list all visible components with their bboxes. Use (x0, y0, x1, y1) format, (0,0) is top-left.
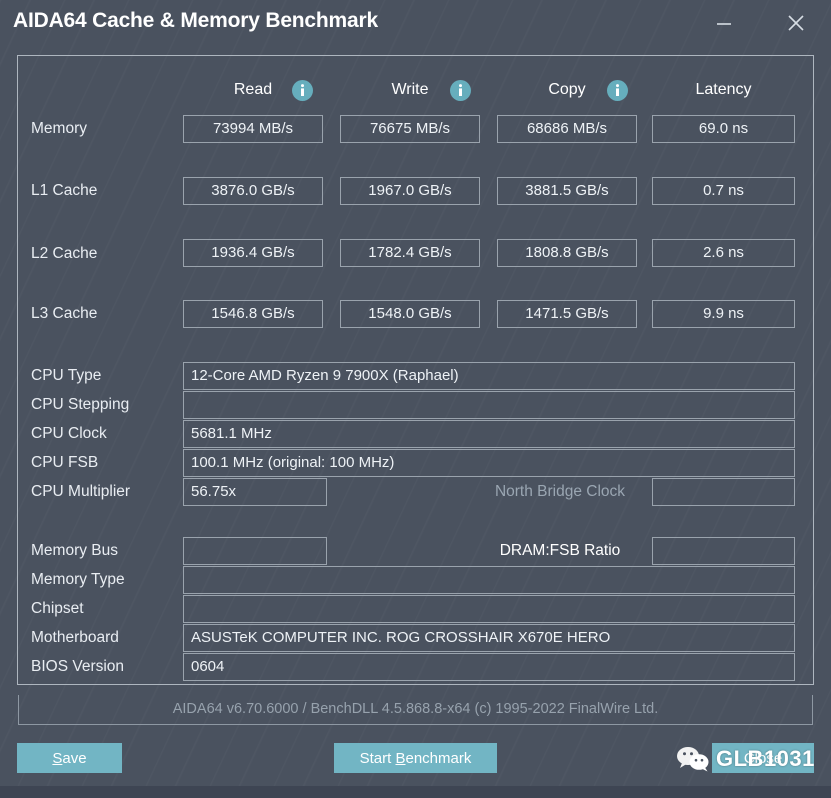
label-cpu-multiplier: CPU Multiplier (31, 483, 131, 500)
column-header-latency: Latency (695, 81, 752, 98)
title-bar: AIDA64 Cache & Memory Benchmark (0, 0, 831, 48)
close-dialog-button[interactable]: Close (712, 743, 814, 773)
label-cpu-stepping: CPU Stepping (31, 396, 130, 413)
value-memory-type (183, 566, 795, 594)
memory-write-value: 76675 MB/s (340, 115, 480, 143)
memory-read-value: 73994 MB/s (183, 115, 323, 143)
value-cpu-clock: 5681.1 MHz (183, 420, 795, 448)
copyright-text: AIDA64 v6.70.6000 / BenchDLL 4.5.868.8-x… (18, 695, 813, 725)
value-bios-version: 0604 (183, 653, 795, 681)
l1-latency-value: 0.7 ns (652, 177, 795, 205)
l3-copy-value: 1471.5 GB/s (497, 300, 637, 328)
value-cpu-fsb: 100.1 MHz (original: 100 MHz) (183, 449, 795, 477)
close-button[interactable] (777, 6, 815, 40)
minimize-button[interactable] (705, 6, 743, 40)
aida64-window: AIDA64 Cache & Memory Benchmark Read Wri… (0, 0, 831, 798)
label-memory-type: Memory Type (31, 571, 125, 588)
row-label-l1-cache: L1 Cache (31, 182, 98, 199)
value-chipset (183, 595, 795, 623)
value-cpu-multiplier: 56.75x (183, 478, 327, 506)
row-label-l3-cache: L3 Cache (31, 305, 98, 322)
read-info-icon[interactable] (292, 80, 313, 101)
wechat-icon (677, 747, 709, 772)
label-memory-bus: Memory Bus (31, 542, 118, 559)
l2-write-value: 1782.4 GB/s (340, 239, 480, 267)
l1-write-value: 1967.0 GB/s (340, 177, 480, 205)
l3-latency-value: 9.9 ns (652, 300, 795, 328)
l2-copy-value: 1808.8 GB/s (497, 239, 637, 267)
minimize-icon (717, 23, 731, 25)
copy-info-icon[interactable] (607, 80, 628, 101)
memory-latency-value: 69.0 ns (652, 115, 795, 143)
bottom-strip (0, 786, 831, 798)
label-cpu-type: CPU Type (31, 367, 102, 384)
label-motherboard: Motherboard (31, 629, 119, 646)
start-accel-key: B (395, 749, 406, 767)
start-label-post: enchmark (405, 749, 472, 767)
row-label-l2-cache: L2 Cache (31, 245, 98, 262)
value-memory-bus (183, 537, 327, 565)
value-cpu-type: 12-Core AMD Ryzen 9 7900X (Raphael) (183, 362, 795, 390)
save-button[interactable]: Save (17, 743, 122, 773)
l2-latency-value: 2.6 ns (652, 239, 795, 267)
l1-read-value: 3876.0 GB/s (183, 177, 323, 205)
write-info-icon[interactable] (450, 80, 471, 101)
label-cpu-fsb: CPU FSB (31, 454, 99, 471)
start-label-pre: Start (359, 749, 396, 767)
l2-read-value: 1936.4 GB/s (183, 239, 323, 267)
value-dram-fsb-ratio (652, 537, 795, 565)
value-motherboard: ASUSTeK COMPUTER INC. ROG CROSSHAIR X670… (183, 624, 795, 652)
save-label-post: ave (62, 749, 87, 767)
label-chipset: Chipset (31, 600, 84, 617)
close-icon (788, 15, 804, 31)
value-north-bridge-clock (652, 478, 795, 506)
value-cpu-stepping (183, 391, 795, 419)
window-title: AIDA64 Cache & Memory Benchmark (13, 9, 378, 32)
save-accel-key: S (52, 749, 63, 767)
start-benchmark-button[interactable]: Start Benchmark (334, 743, 497, 773)
l3-write-value: 1548.0 GB/s (340, 300, 480, 328)
row-label-memory: Memory (31, 120, 87, 137)
l1-copy-value: 3881.5 GB/s (497, 177, 637, 205)
label-bios-version: BIOS Version (31, 658, 125, 675)
label-cpu-clock: CPU Clock (31, 425, 107, 442)
l3-read-value: 1546.8 GB/s (183, 300, 323, 328)
memory-copy-value: 68686 MB/s (497, 115, 637, 143)
